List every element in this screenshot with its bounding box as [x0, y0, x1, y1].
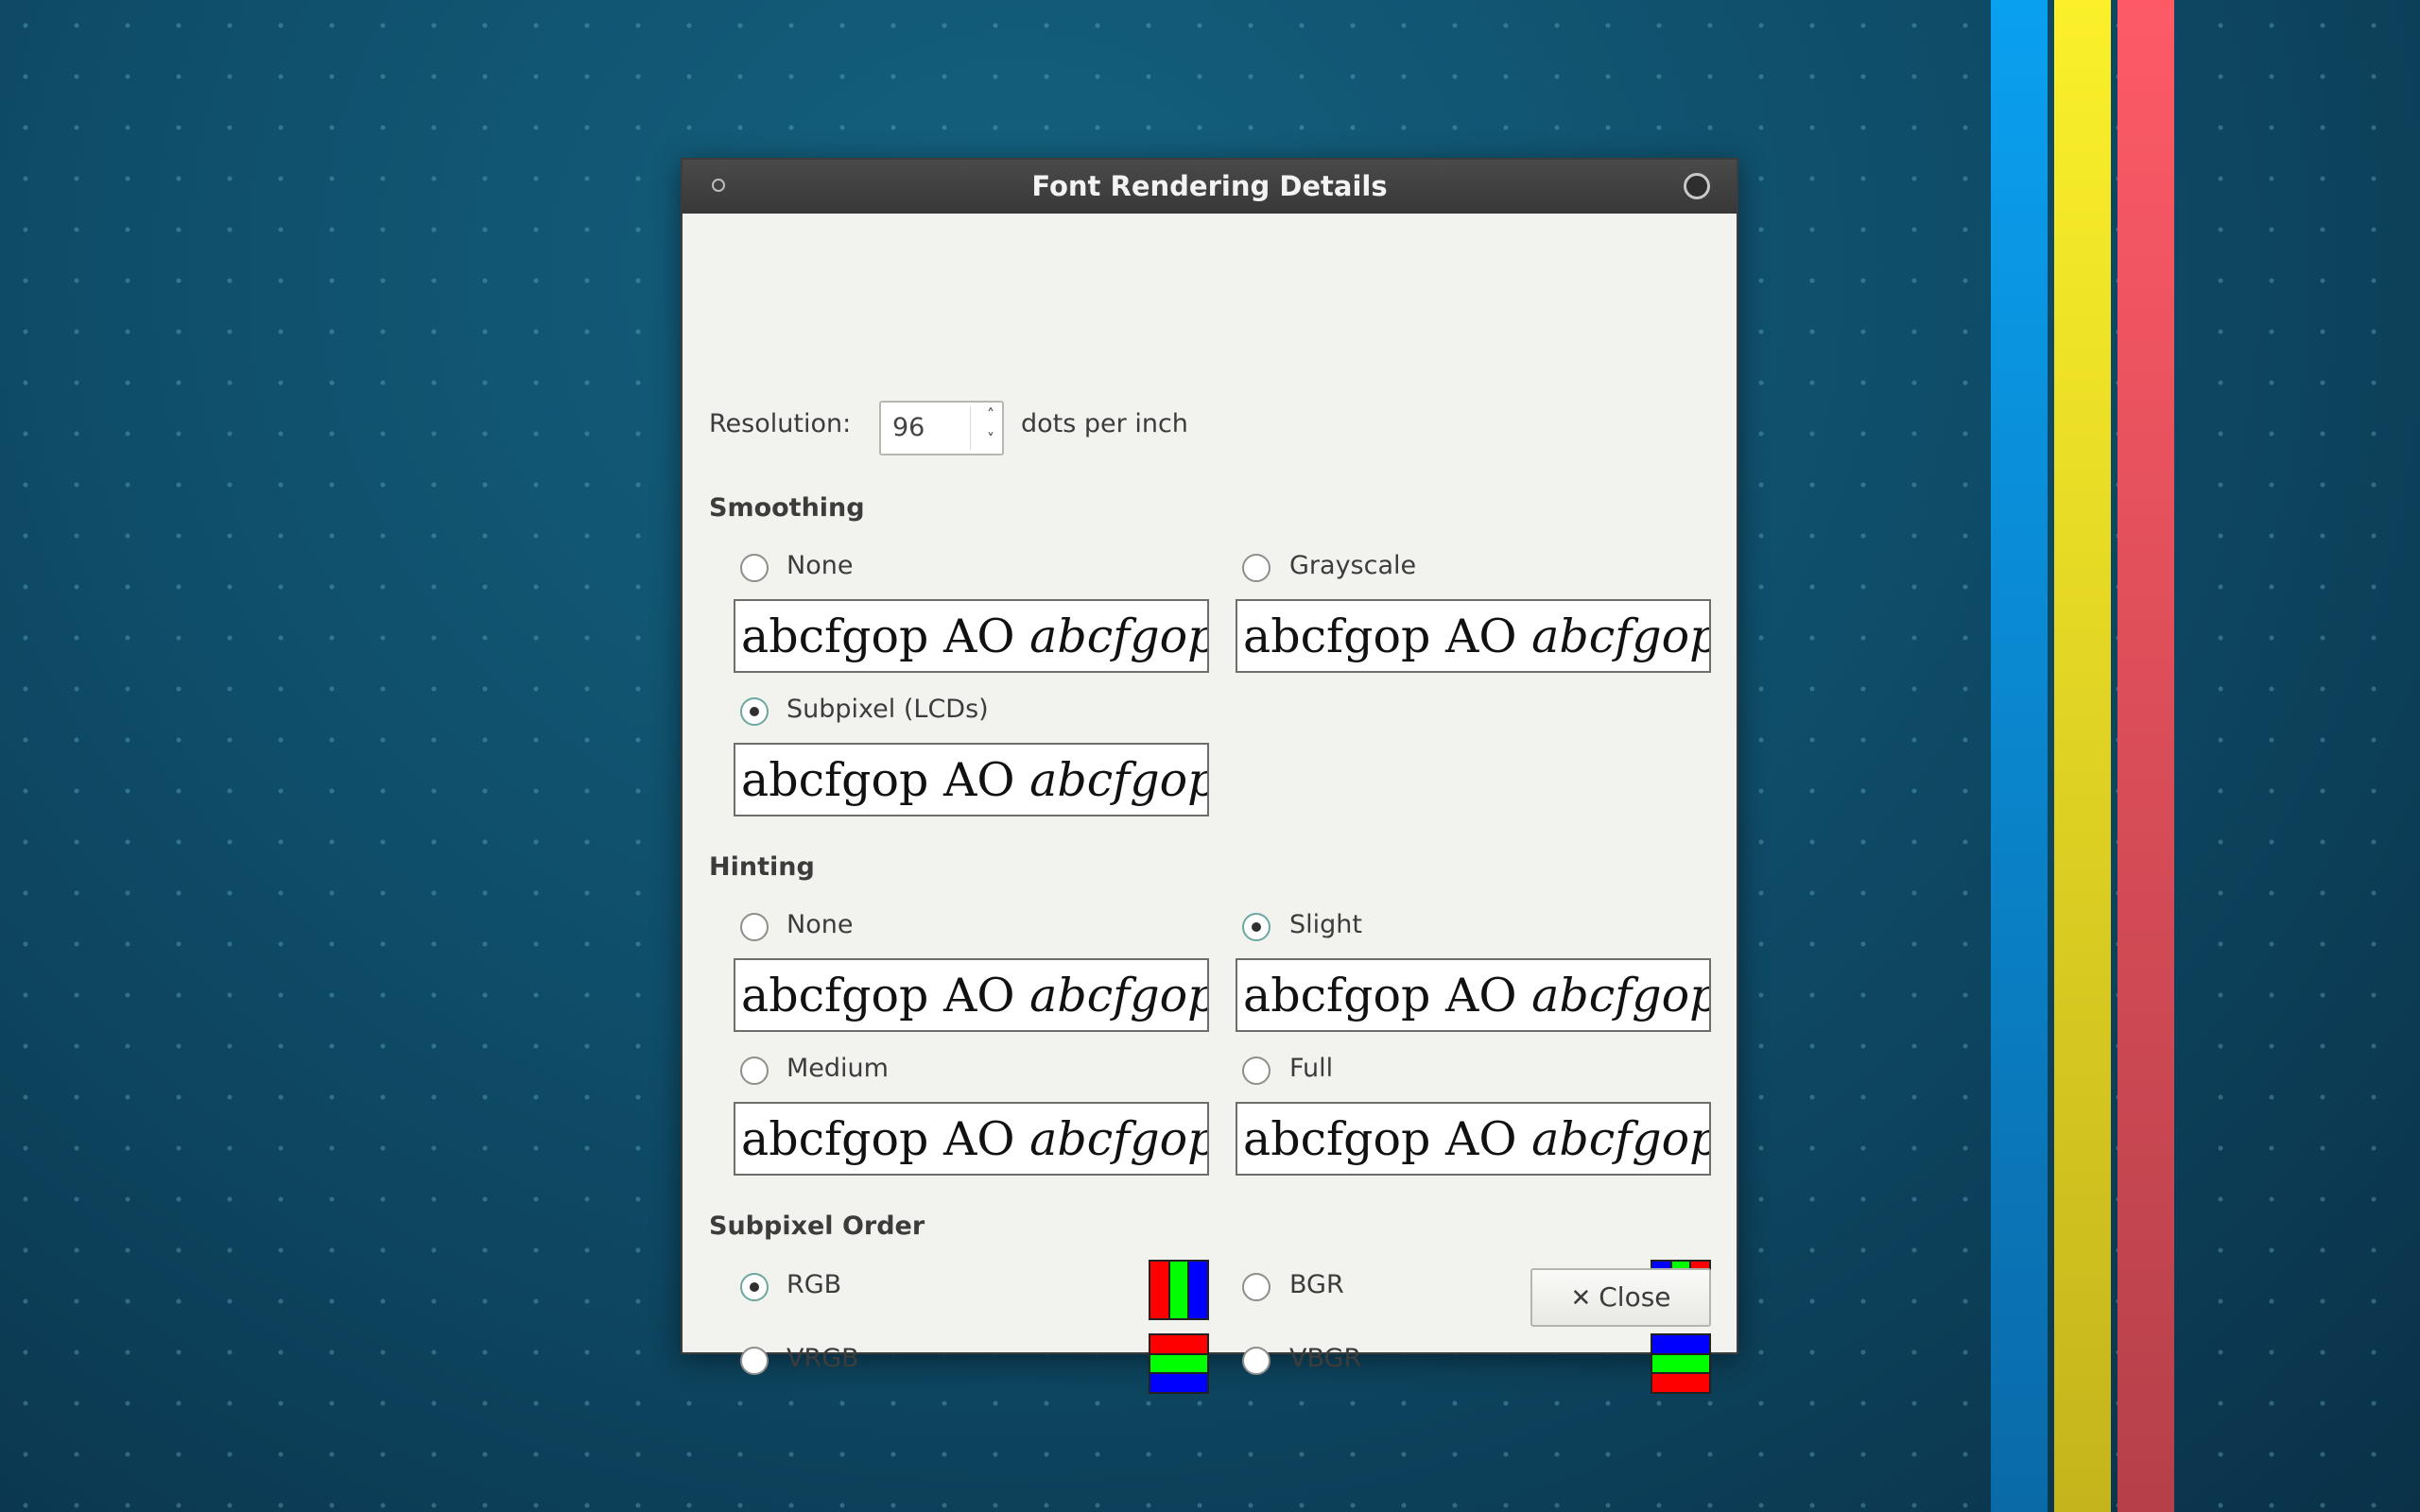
vbgr-swatch-icon	[1651, 1333, 1711, 1394]
sample-regular: abcfgop AO	[741, 969, 1030, 1022]
hinting-medium-label[interactable]: Medium	[786, 1054, 889, 1083]
smoothing-subpixel-radio[interactable]	[740, 697, 769, 726]
resolution-spinbox[interactable]: 96 ˄ ˅	[879, 401, 1004, 455]
wallpaper-stripe-red	[2118, 0, 2174, 1512]
order-vbgr-radio[interactable]	[1242, 1347, 1270, 1375]
resolution-value[interactable]: 96	[892, 413, 925, 442]
close-icon: ✕	[1570, 1284, 1592, 1313]
smoothing-grayscale-radio[interactable]	[1242, 554, 1270, 582]
font-rendering-dialog: Font Rendering Details Resolution: 96 ˄ …	[681, 158, 1738, 1394]
resolution-label: Resolution:	[709, 409, 852, 438]
hinting-slight-sample: abcfgop AO abcfgop	[1236, 958, 1711, 1032]
title-bar[interactable]: Font Rendering Details	[683, 160, 1737, 214]
subpixel-order-heading: Subpixel Order	[709, 1211, 925, 1241]
order-rgb-label[interactable]: RGB	[786, 1270, 841, 1299]
order-vrgb-radio[interactable]	[740, 1347, 769, 1375]
order-bgr-radio[interactable]	[1242, 1273, 1270, 1301]
hinting-full-label[interactable]: Full	[1289, 1054, 1333, 1083]
order-bgr-label[interactable]: BGR	[1289, 1270, 1344, 1299]
smoothing-none-sample: abcfgop AO abcfgop	[734, 599, 1209, 673]
spin-up-icon[interactable]: ˄	[987, 407, 994, 422]
sample-regular: abcfgop AO	[1243, 969, 1532, 1022]
sample-regular: abcfgop AO	[1243, 610, 1532, 663]
smoothing-subpixel-label[interactable]: Subpixel (LCDs)	[786, 695, 989, 724]
hinting-none-sample: abcfgop AO abcfgop	[734, 958, 1209, 1032]
smoothing-none-label[interactable]: None	[786, 551, 853, 580]
swatch-red	[1652, 1372, 1709, 1393]
sample-italic: abcfgop	[1029, 969, 1209, 1022]
wallpaper-stripe-yellow	[2054, 0, 2111, 1512]
swatch-red	[1150, 1335, 1207, 1353]
smoothing-grayscale-sample: abcfgop AO abcfgop	[1236, 599, 1711, 673]
window-close-icon[interactable]	[1684, 173, 1710, 199]
swatch-blue	[1652, 1335, 1709, 1353]
close-button-label: Close	[1599, 1281, 1671, 1313]
sample-italic: abcfgop	[1029, 1112, 1209, 1166]
window-title: Font Rendering Details	[1031, 170, 1388, 202]
order-vrgb-label[interactable]: VRGB	[786, 1344, 859, 1373]
hinting-none-radio[interactable]	[740, 913, 769, 941]
sample-regular: abcfgop AO	[741, 1112, 1030, 1166]
sample-italic: abcfgop	[1531, 1112, 1711, 1166]
dialog-content: Resolution: 96 ˄ ˅ dots per inch Smoothi…	[683, 214, 1737, 1394]
spin-down-icon[interactable]: ˅	[987, 432, 994, 447]
sample-regular: abcfgop AO	[1243, 1112, 1532, 1166]
sample-italic: abcfgop	[1029, 610, 1209, 663]
smoothing-none-radio[interactable]	[740, 554, 769, 582]
order-vbgr-label[interactable]: VBGR	[1289, 1344, 1361, 1373]
sample-italic: abcfgop	[1531, 610, 1711, 663]
smoothing-subpixel-sample: abcfgop AO abcfgop	[734, 743, 1209, 816]
hinting-full-radio[interactable]	[1242, 1057, 1270, 1085]
hinting-none-label[interactable]: None	[786, 910, 853, 939]
sample-regular: abcfgop AO	[741, 753, 1030, 807]
swatch-green	[1652, 1352, 1709, 1373]
resolution-unit: dots per inch	[1021, 409, 1188, 438]
swatch-blue	[1187, 1262, 1208, 1318]
vrgb-swatch-icon	[1149, 1333, 1209, 1394]
sample-italic: abcfgop	[1531, 969, 1711, 1022]
close-button[interactable]: ✕ Close	[1530, 1268, 1711, 1327]
swatch-red	[1150, 1262, 1168, 1318]
order-rgb-radio[interactable]	[740, 1273, 769, 1301]
rgb-swatch-icon	[1149, 1260, 1209, 1320]
swatch-green	[1150, 1352, 1207, 1373]
sample-italic: abcfgop	[1029, 753, 1209, 807]
smoothing-heading: Smoothing	[709, 493, 865, 523]
hinting-medium-sample: abcfgop AO abcfgop	[734, 1102, 1209, 1176]
hinting-slight-label[interactable]: Slight	[1289, 910, 1362, 939]
swatch-blue	[1150, 1372, 1207, 1393]
swatch-green	[1167, 1262, 1188, 1318]
sample-regular: abcfgop AO	[741, 610, 1030, 663]
hinting-slight-radio[interactable]	[1242, 913, 1270, 941]
wallpaper-stripe-blue	[1991, 0, 2048, 1512]
hinting-heading: Hinting	[709, 852, 815, 882]
smoothing-grayscale-label[interactable]: Grayscale	[1289, 551, 1416, 580]
hinting-full-sample: abcfgop AO abcfgop	[1236, 1102, 1711, 1176]
hinting-medium-radio[interactable]	[740, 1057, 769, 1085]
spin-divider	[970, 406, 971, 450]
